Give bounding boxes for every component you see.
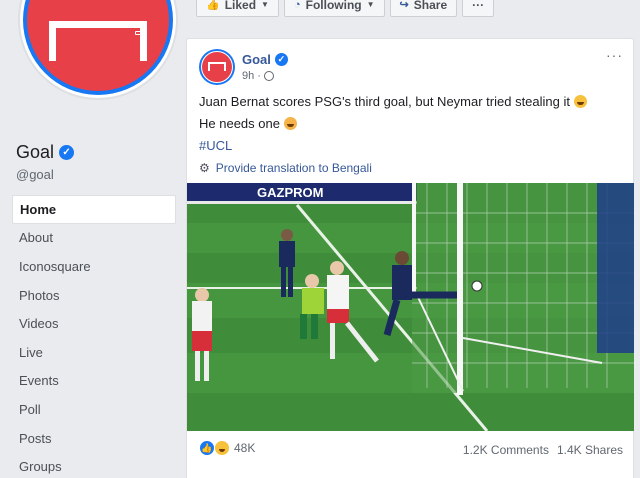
laughing-emoji-icon xyxy=(574,95,587,108)
share-label: Share xyxy=(413,0,448,12)
profile-ring xyxy=(23,0,173,95)
liked-button[interactable]: 👍 Liked ▼ xyxy=(196,0,279,17)
logo-mark xyxy=(135,31,141,35)
flushed-emoji-icon xyxy=(283,117,297,130)
page-nav: Home About Iconosquare Photos Videos Liv… xyxy=(12,195,176,478)
share-arrow-icon: ↪ xyxy=(399,0,409,11)
reactions-summary[interactable]: 👍 48K xyxy=(199,440,255,456)
post-text: He needs one xyxy=(199,116,280,131)
post-video[interactable]: GAZPROM xyxy=(187,183,634,431)
post-author[interactable]: Goal ✓ xyxy=(242,52,288,67)
dot-separator: · xyxy=(257,70,261,82)
page-title[interactable]: Goal ✓ xyxy=(16,142,75,163)
post-text: Juan Bernat scores PSG's third goal, but… xyxy=(199,94,570,109)
verified-badge-icon: ✓ xyxy=(59,145,75,160)
ball xyxy=(471,280,483,292)
nav-item-photos[interactable]: Photos xyxy=(12,281,176,310)
engagement-counts: 1.2K Comments 1.4K Shares xyxy=(463,443,623,457)
nav-item-live[interactable]: Live xyxy=(12,338,176,367)
more-label: ··· xyxy=(472,0,485,12)
goal-logo xyxy=(27,0,169,91)
translate-link[interactable]: ⚙ Provide translation to Bengali xyxy=(199,161,372,175)
translate-text: Provide translation to Bengali xyxy=(215,161,372,175)
page-action-bar: 👍 Liked ▼ ◔ Following ▼ ↪ Share ··· xyxy=(196,0,495,17)
goal-frame-icon xyxy=(49,21,147,61)
following-button[interactable]: ◔ Following ▼ xyxy=(283,0,385,17)
page-name-text: Goal xyxy=(16,142,55,162)
video-frame: GAZPROM xyxy=(187,183,634,431)
gear-icon: ⚙ xyxy=(199,161,210,175)
page-profile-picture[interactable] xyxy=(18,0,178,100)
share-button[interactable]: ↪ Share xyxy=(389,0,458,17)
verified-badge-icon: ✓ xyxy=(274,53,288,66)
liked-label: Liked xyxy=(224,0,257,12)
nav-item-iconosquare[interactable]: Iconosquare xyxy=(12,252,176,281)
reaction-count: 48K xyxy=(234,441,256,455)
globe-icon xyxy=(263,71,274,81)
goal-frame-icon xyxy=(208,62,226,71)
post-author-name: Goal xyxy=(242,52,271,67)
nav-item-events[interactable]: Events xyxy=(12,367,176,396)
post-card: Goal ✓ 9h · ··· Juan Bernat scores PSG's… xyxy=(186,38,634,478)
post-text-line-2: He needs one xyxy=(199,116,297,131)
post-text-line-1: Juan Bernat scores PSG's third goal, but… xyxy=(199,94,587,109)
nav-item-poll[interactable]: Poll xyxy=(12,395,176,424)
nav-item-posts[interactable]: Posts xyxy=(12,424,176,453)
chevron-down-icon: ▼ xyxy=(366,0,375,9)
chevron-down-icon: ▼ xyxy=(261,0,269,9)
haha-reaction-icon xyxy=(214,440,230,456)
thumbs-up-icon: 👍 xyxy=(206,0,220,11)
nav-item-videos[interactable]: Videos xyxy=(12,309,176,338)
nav-item-home[interactable]: Home xyxy=(12,195,176,224)
post-timestamp[interactable]: 9h · xyxy=(242,70,274,82)
board-text: GAZPROM xyxy=(257,185,323,200)
nav-item-groups[interactable]: Groups xyxy=(12,452,176,478)
post-author-avatar[interactable] xyxy=(199,49,235,85)
like-reaction-icon: 👍 xyxy=(199,440,215,456)
goal-logo xyxy=(201,51,233,83)
more-options-button[interactable]: ··· xyxy=(462,0,495,17)
following-label: Following xyxy=(305,0,362,12)
post-options-button[interactable]: ··· xyxy=(606,47,623,63)
post-time-text: 9h xyxy=(242,70,255,82)
hashtag-link[interactable]: #UCL xyxy=(199,138,232,153)
page-handle[interactable]: @goal xyxy=(16,167,54,182)
rss-icon: ◔ xyxy=(293,0,301,11)
nav-item-about[interactable]: About xyxy=(12,224,176,253)
comments-count[interactable]: 1.2K Comments xyxy=(463,443,549,457)
shares-count[interactable]: 1.4K Shares xyxy=(557,443,623,457)
